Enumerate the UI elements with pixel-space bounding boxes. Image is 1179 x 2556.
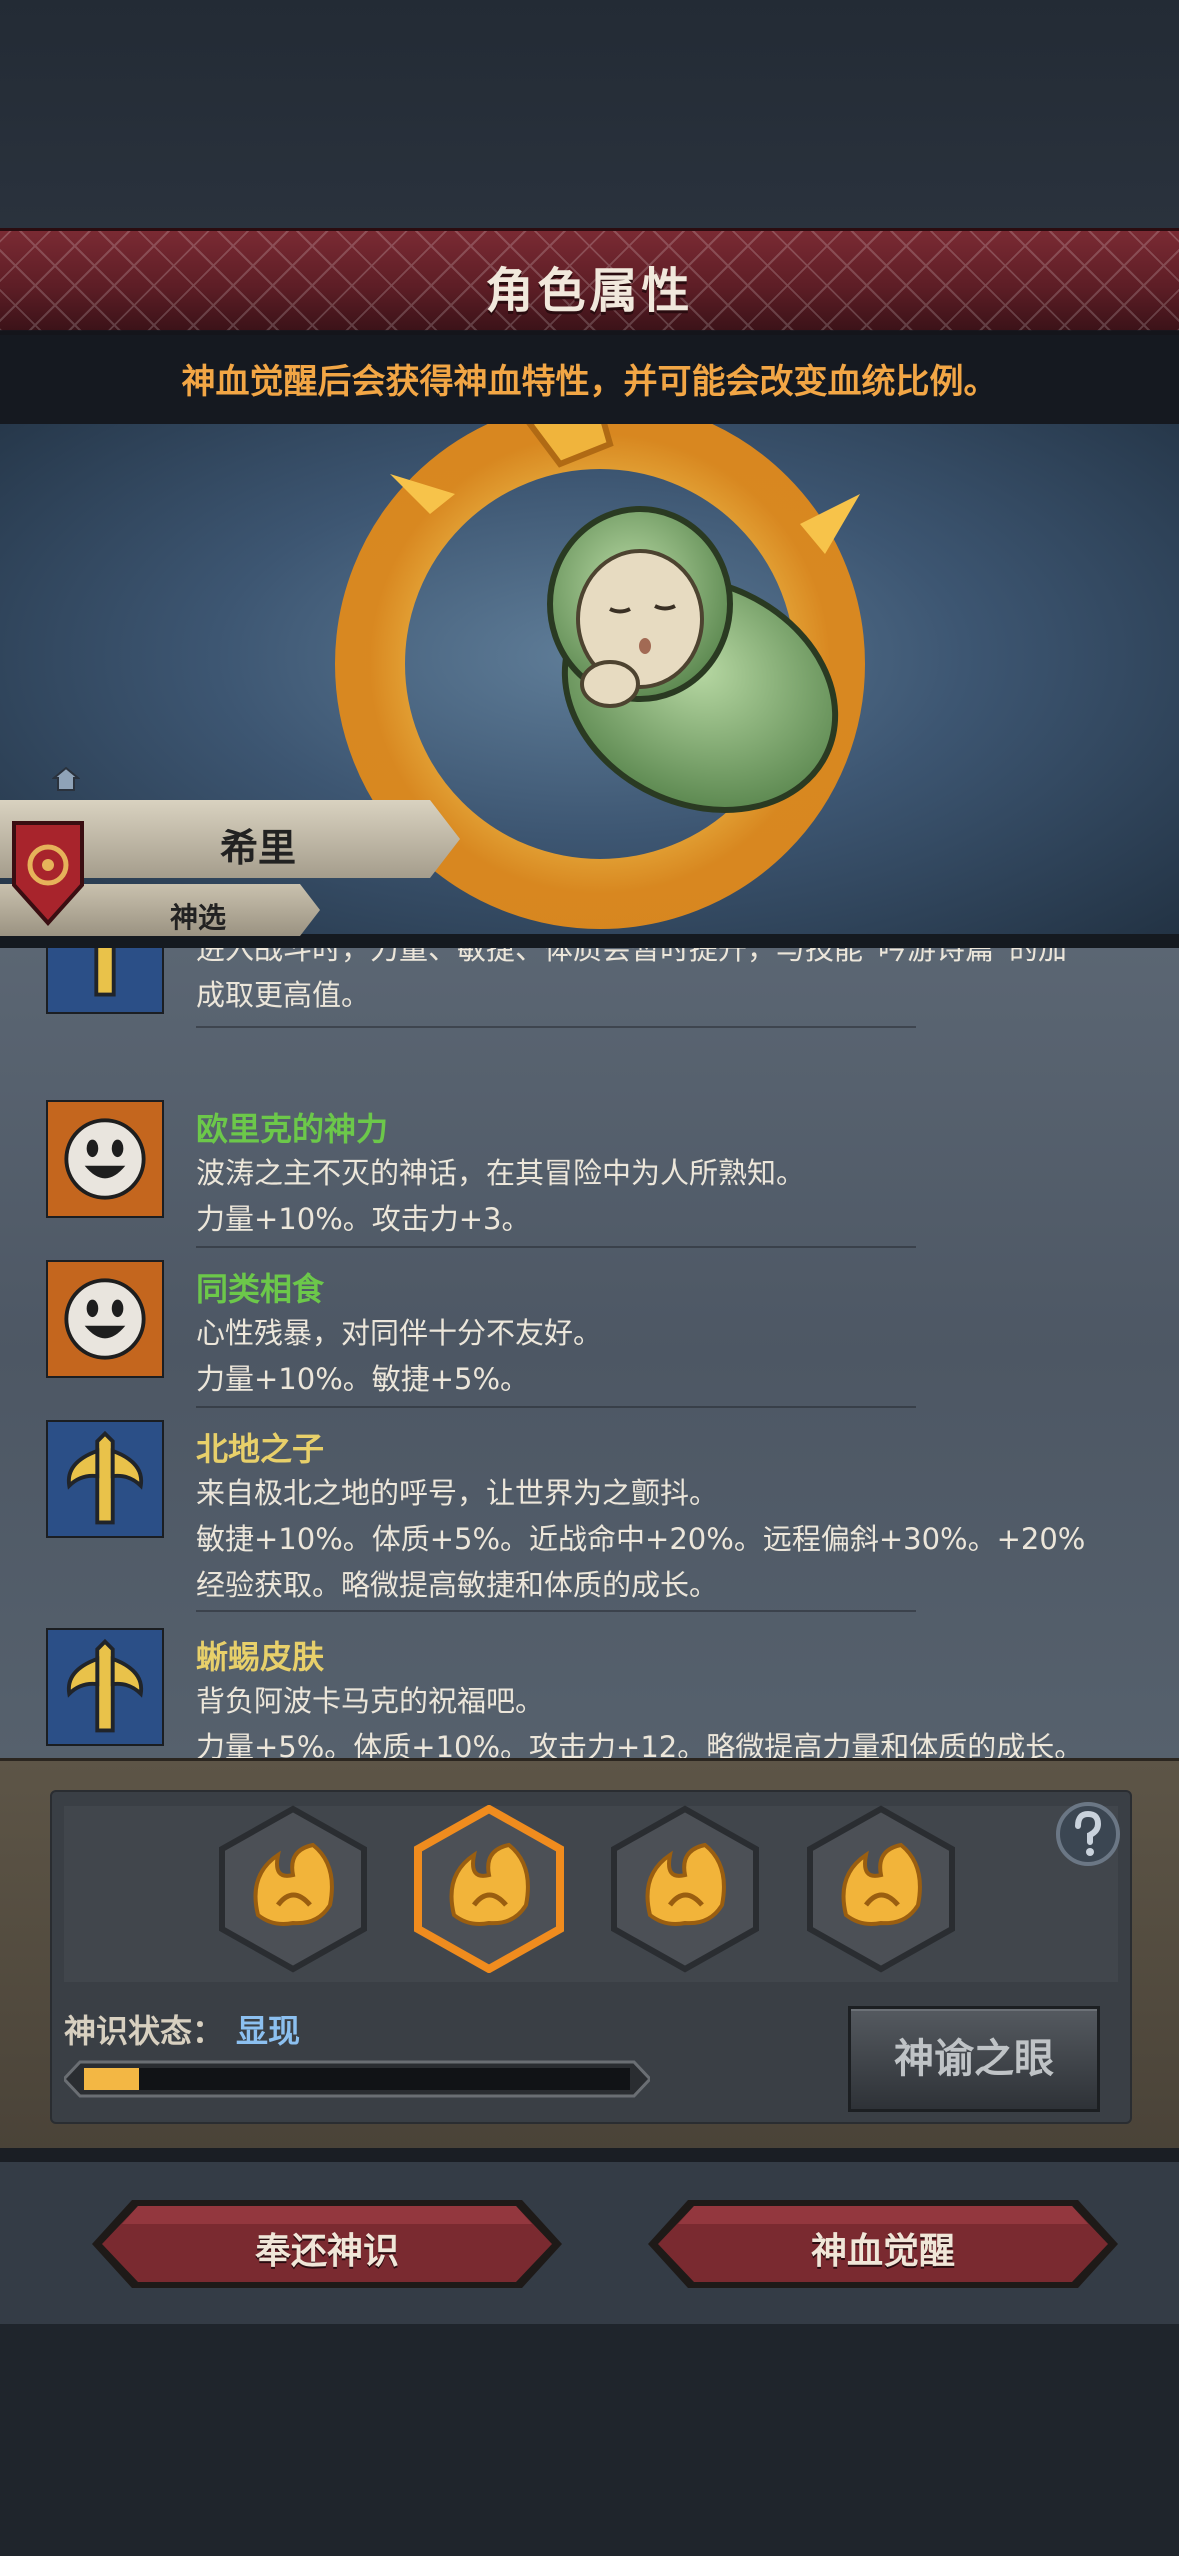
- return-divine-button[interactable]: 奉还神识: [92, 2198, 562, 2290]
- trait-desc: 力量+10%。攻击力+3。: [196, 1202, 531, 1236]
- trait-desc: 来自极北之地的呼号，让世界为之颤抖。: [196, 1476, 719, 1510]
- divider: [196, 1246, 916, 1248]
- blood-awaken-label: 神血觉醒: [810, 2231, 955, 2272]
- trait-desc: 心性残暴，对同伴十分不友好。: [196, 1316, 603, 1350]
- divider: [196, 1610, 916, 1612]
- trait-desc: 波涛之主不灭的神话，在其冒险中为人所熟知。: [196, 1156, 806, 1190]
- trait-name: 欧里克的神力: [196, 1110, 389, 1148]
- return-divine-label: 奉还神识: [254, 2231, 399, 2272]
- page-subtitle: 神血觉醒后会获得神血特性，并可能会改变血统比例。: [181, 362, 998, 402]
- axe-blue-icon: [46, 948, 164, 1014]
- trait-desc: 敏捷+10%。体质+5%。近战命中+20%。远程偏斜+30%。+20%: [196, 1522, 1086, 1556]
- divine-flame-icon[interactable]: [610, 1805, 760, 1973]
- trait-desc: 力量+5%。体质+10%。攻击力+12。略微提高力量和体质的成长。: [196, 1730, 1084, 1758]
- character-name: 希里: [220, 826, 297, 870]
- trait-desc: 成取更高值。: [196, 978, 371, 1012]
- trait-name: 蜥蜴皮肤: [196, 1638, 325, 1676]
- trait-name: 同类相食: [196, 1270, 325, 1308]
- smile-orange-icon: [46, 1100, 164, 1218]
- divine-status-label: 神识状态：: [64, 2012, 225, 2050]
- divine-flame-icon[interactable]: [218, 1805, 368, 1973]
- trait-desc: 进入战斗时，力量、敏捷、体质会暂时提升，与技能“吟游诗篇”的加: [196, 948, 1068, 966]
- progress-fill: [84, 2068, 139, 2090]
- oracle-eye-button[interactable]: 神谕之眼: [848, 2006, 1100, 2112]
- blood-awaken-button[interactable]: 神血觉醒: [648, 2198, 1118, 2290]
- page-title: 角色属性: [485, 263, 694, 319]
- bottom-background: [0, 2324, 1179, 2556]
- trait-desc: 力量+10%。敏捷+5%。: [196, 1362, 530, 1396]
- shield-crest-icon: [12, 821, 84, 926]
- smile-orange-icon: [46, 1260, 164, 1378]
- footer-divider: [0, 2148, 1179, 2162]
- axe-blue-icon: [46, 1628, 164, 1746]
- divine-flame-icon[interactable]: [414, 1805, 564, 1973]
- trait-desc: 背负阿波卡马克的祝福吧。: [196, 1684, 545, 1718]
- character-title: 神选: [170, 901, 227, 934]
- trait-list[interactable]: 进入战斗时，力量、敏捷、体质会暂时提升，与技能“吟游诗篇”的加 成取更高值。 欧…: [0, 948, 1179, 1758]
- scene-divider: [0, 934, 1179, 948]
- title-bar: 角色属性: [0, 228, 1179, 335]
- subtitle-bar: 神血觉醒后会获得神血特性，并可能会改变血统比例。: [0, 330, 1179, 424]
- trait-desc: 经验获取。略微提高敏捷和体质的成长。: [196, 1568, 719, 1602]
- top-background: [0, 0, 1179, 230]
- trait-name: 北地之子: [196, 1430, 325, 1468]
- divider: [196, 1026, 916, 1028]
- house-icon[interactable]: [52, 766, 80, 792]
- help-icon[interactable]: [1054, 1800, 1122, 1868]
- divine-status-value: 显现: [236, 2012, 301, 2050]
- axe-blue-icon: [46, 1420, 164, 1538]
- divider: [196, 1406, 916, 1408]
- divine-progress-bar: [64, 2060, 650, 2098]
- divine-flame-icon[interactable]: [806, 1805, 956, 1973]
